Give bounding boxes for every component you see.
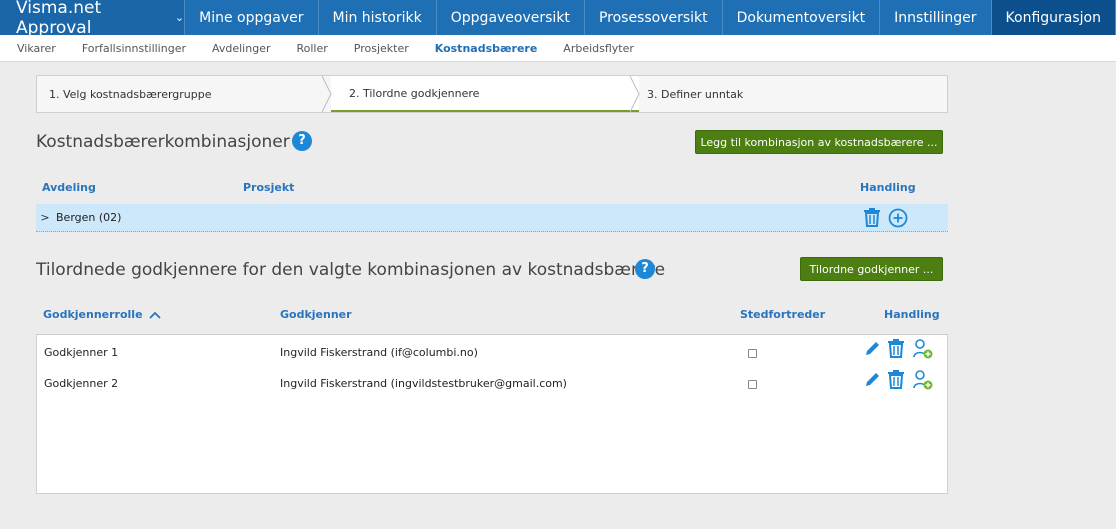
- deputy-checkbox[interactable]: [748, 380, 757, 389]
- approver-cell: Ingvild Fiskerstrand (if@columbi.no): [280, 345, 478, 359]
- wizard-step-label: 2. Tilordne godkjennere: [349, 86, 480, 100]
- subnav-item-avdelinger[interactable]: Avdelinger: [212, 42, 271, 55]
- column-header-deputy: Stedfortreder: [740, 308, 826, 321]
- column-header-action: Handling: [884, 308, 940, 321]
- help-icon[interactable]: ?: [635, 259, 655, 279]
- role-cell: Godkjenner 1: [44, 345, 119, 359]
- wizard-step-label: 1. Velg kostnadsbærergruppe: [49, 87, 212, 101]
- trash-icon[interactable]: [862, 207, 882, 228]
- wizard-step-1[interactable]: 1. Velg kostnadsbærergruppe: [37, 76, 332, 112]
- step-separator-icon: [630, 76, 640, 112]
- role-cell: Godkjenner 2: [44, 376, 119, 390]
- add-user-icon[interactable]: [912, 338, 934, 360]
- help-icon[interactable]: ?: [292, 131, 312, 151]
- add-circle-icon[interactable]: [888, 208, 908, 228]
- trash-icon[interactable]: [886, 338, 906, 359]
- approvers-table: Godkjenner 1 Ingvild Fiskerstrand (if@co…: [36, 334, 948, 494]
- combination-row[interactable]: > Bergen (02): [36, 204, 948, 232]
- subnav-item-arbeidsflyter[interactable]: Arbeidsflyter: [563, 42, 634, 55]
- pencil-icon[interactable]: [863, 371, 881, 389]
- nav-item-mine-oppgaver[interactable]: Mine oppgaver: [185, 0, 319, 35]
- trash-icon[interactable]: [886, 369, 906, 390]
- nav-item-dokumentoversikt[interactable]: Dokumentoversikt: [723, 0, 881, 35]
- sort-up-icon: [149, 311, 162, 319]
- step-separator-icon: [322, 76, 332, 112]
- sub-navigation: Vikarer Forfallsinnstillinger Avdelinger…: [0, 35, 1116, 62]
- nav-item-innstillinger[interactable]: Innstillinger: [880, 0, 992, 35]
- table-row[interactable]: Godkjenner 2 Ingvild Fiskerstrand (ingvi…: [37, 368, 947, 398]
- deputy-checkbox[interactable]: [748, 349, 757, 358]
- subnav-item-kostnadsbaerere[interactable]: Kostnadsbærere: [435, 42, 538, 55]
- app-switcher[interactable]: Visma.net Approval ⌄: [0, 0, 186, 38]
- chevron-down-icon: ⌄: [174, 11, 185, 24]
- column-header-approver: Godkjenner: [280, 308, 352, 321]
- nav-item-min-historikk[interactable]: Min historikk: [319, 0, 437, 35]
- column-header-action: Handling: [860, 181, 916, 194]
- subnav-item-roller[interactable]: Roller: [296, 42, 327, 55]
- app-title: Visma.net Approval: [16, 0, 102, 38]
- approvers-title: Tilordnede godkjennere for den valgte ko…: [36, 260, 666, 280]
- subnav-item-vikarer[interactable]: Vikarer: [17, 42, 56, 55]
- combination-label: Bergen (02): [56, 211, 122, 224]
- assign-approver-button[interactable]: Tilordne godkjenner ...: [800, 257, 943, 281]
- top-navigation: Visma.net Approval ⌄ Mine oppgaver Min h…: [0, 0, 1116, 38]
- pencil-icon[interactable]: [863, 340, 881, 358]
- nav-item-oppgaveoversikt[interactable]: Oppgaveoversikt: [437, 0, 585, 35]
- add-combination-button[interactable]: Legg til kombinasjon av kostnadsbærere .…: [695, 130, 943, 154]
- wizard-step-2[interactable]: 2. Tilordne godkjennere: [331, 76, 640, 112]
- wizard-step-label: 3. Definer unntak: [647, 87, 744, 101]
- nav-item-konfigurasjon[interactable]: Konfigurasjon: [991, 0, 1116, 35]
- subnav-item-prosjekter[interactable]: Prosjekter: [354, 42, 409, 55]
- column-header-role[interactable]: Godkjennerrolle: [43, 308, 162, 321]
- combinations-title: Kostnadsbærerkombinasjoner: [36, 132, 290, 152]
- nav-item-prosessoversikt[interactable]: Prosessoversikt: [585, 0, 723, 35]
- table-row[interactable]: Godkjenner 1 Ingvild Fiskerstrand (if@co…: [37, 337, 947, 367]
- wizard-step-3[interactable]: 3. Definer unntak: [639, 76, 947, 112]
- column-header-role-label: Godkjennerrolle: [43, 308, 143, 321]
- column-header-department: Avdeling: [42, 181, 96, 194]
- approver-cell: Ingvild Fiskerstrand (ingvildstestbruker…: [280, 376, 567, 390]
- subnav-item-forfallsinnstillinger[interactable]: Forfallsinnstillinger: [82, 42, 186, 55]
- expand-arrow-icon[interactable]: >: [38, 211, 52, 224]
- column-header-project: Prosjekt: [243, 181, 295, 194]
- add-user-icon[interactable]: [912, 369, 934, 391]
- wizard-steps: 1. Velg kostnadsbærergruppe 2. Tilordne …: [36, 75, 948, 113]
